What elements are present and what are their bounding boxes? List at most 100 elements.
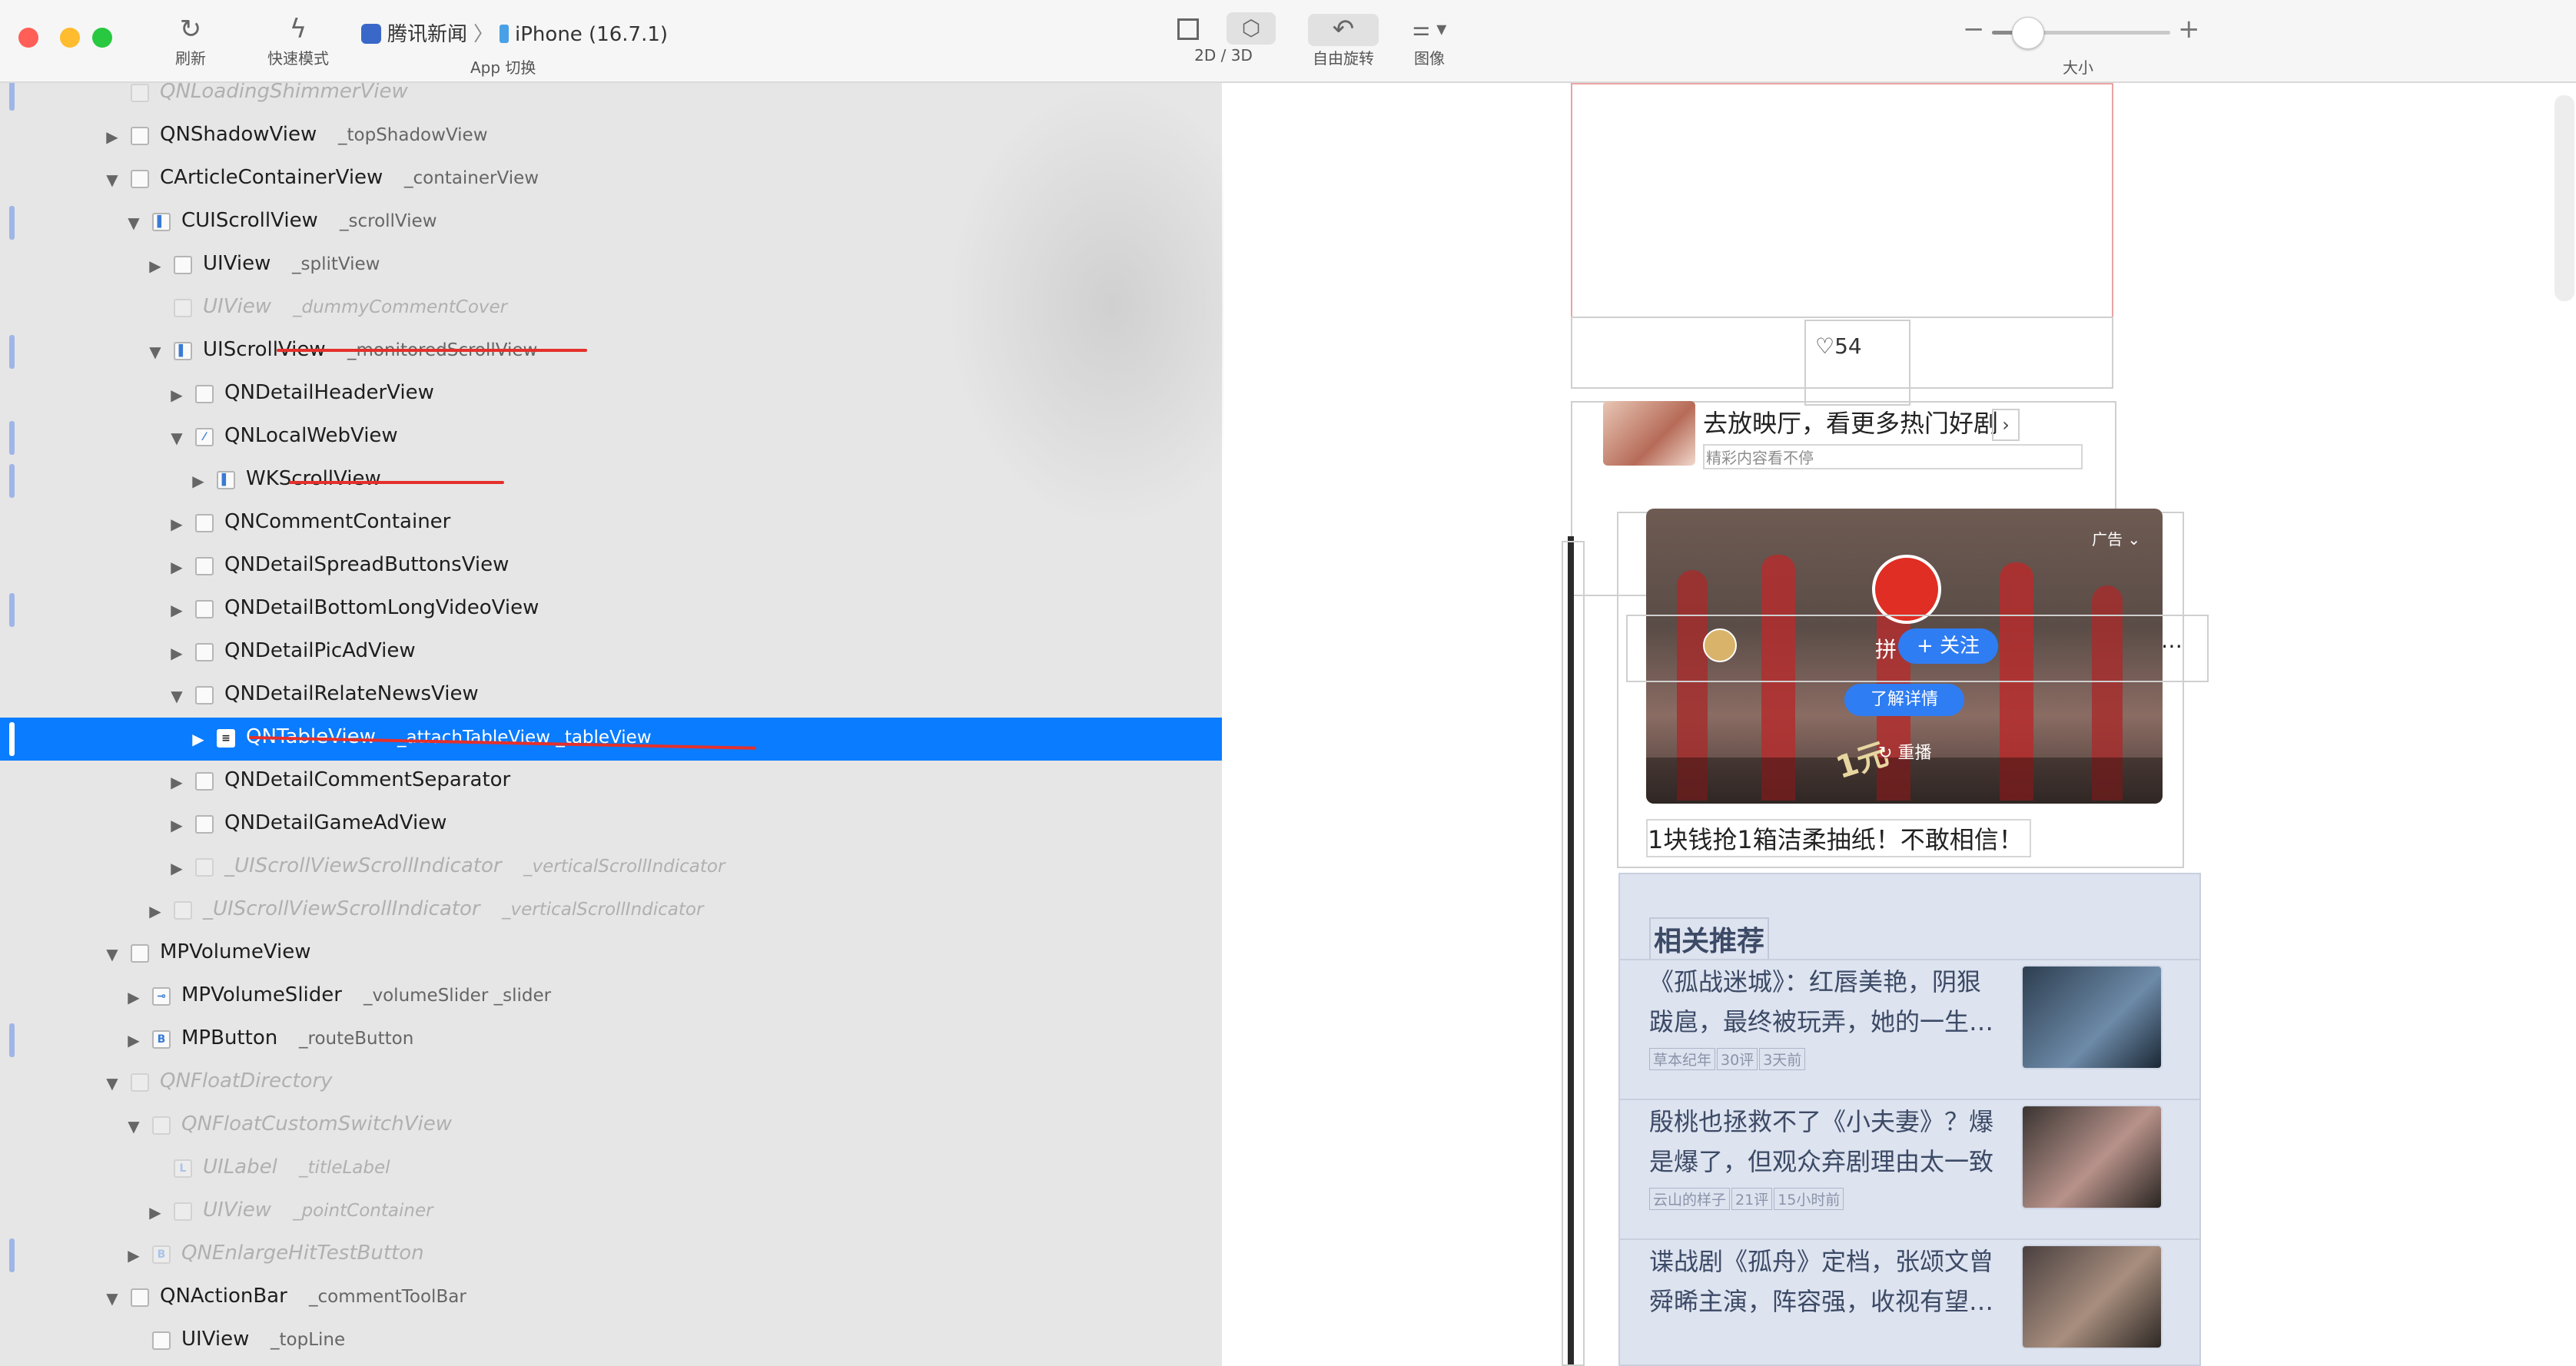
disclosure-expanded-icon[interactable]: ▼ (124, 211, 143, 234)
zoom-in-button[interactable]: + (2178, 14, 2200, 45)
view-2d-3d-control: ⬡ 2D / 3D (1170, 12, 1277, 65)
zoom-window-button[interactable] (92, 28, 112, 48)
view-2d-button[interactable] (1177, 18, 1199, 40)
news-thumbnail (2021, 1245, 2163, 1349)
canvas-scrollbar[interactable] (2554, 95, 2574, 301)
tree-row[interactable]: ▶QNActionBarInputBoxProvider (0, 1363, 1222, 1366)
view-property-name: _routeButton (299, 1029, 414, 1049)
refresh-icon: ↻ (179, 14, 202, 45)
zoom-out-button[interactable]: − (1963, 14, 1985, 45)
tree-row[interactable]: ▶ B QNEnlargeHitTestButton (0, 1234, 1222, 1277)
disclosure-expanded-icon[interactable]: ▼ (103, 168, 121, 191)
tree-row[interactable]: ▶ QNDetailPicAdView (0, 632, 1222, 675)
disclosure-collapsed-icon[interactable]: ▶ (189, 728, 207, 751)
disclosure-expanded-icon[interactable]: ▼ (124, 1115, 143, 1138)
tree-row[interactable]: ▶ QNDetailGameAdView (0, 804, 1222, 847)
tree-row[interactable]: ▶≡QNTableView_attachTableView _tableView (0, 718, 1222, 761)
tree-row[interactable]: L UILabel _titleLabel (0, 1148, 1222, 1191)
view-class-name: QNDetailCommentSeparator (224, 768, 511, 791)
disclosure-collapsed-icon[interactable]: ▶ (124, 986, 143, 1009)
lightning-icon: ϟ (289, 14, 307, 45)
disclosure-expanded-icon[interactable]: ▼ (168, 685, 186, 708)
view-class-name: QNFloatDirectory (160, 1069, 333, 1092)
chevron-right-icon[interactable]: › (1992, 409, 2020, 441)
refresh-button[interactable]: ↻ 刷新 (166, 14, 215, 68)
tree-row[interactable]: ▶ QNDetailCommentSeparator (0, 761, 1222, 804)
tree-row[interactable]: ▶ QNDetailSpreadButtonsView (0, 545, 1222, 589)
view-property-name: _containerView (404, 168, 539, 188)
tree-row[interactable]: ▶ _UIScrollViewScrollIndicator _verticalSc… (0, 847, 1222, 890)
tree-row[interactable]: UIView _topLine (0, 1320, 1222, 1363)
view-property-name: _commentToolBar (309, 1287, 466, 1307)
view-3d-button[interactable]: ⬡ (1227, 12, 1276, 45)
ad-title[interactable]: 1块钱抢1箱洁柔抽纸！不敢相信！ (1646, 819, 2031, 857)
disclosure-collapsed-icon[interactable]: ▶ (168, 598, 186, 622)
view-class-name: _UIScrollViewScrollIndicator (224, 854, 502, 877)
tree-row[interactable]: ▶ QNDetailBottomLongVideoView (0, 589, 1222, 632)
preview-canvas[interactable]: ♡54 去放映厅，看更多热门好剧 › 精彩内容看不停 广告 ⌄ 拼 + 关注 ⋯… (1223, 83, 2576, 1366)
disclosure-collapsed-icon[interactable]: ▶ (189, 469, 207, 492)
tree-row[interactable]: ▼ QNDetailRelateNewsView (0, 675, 1222, 718)
disclosure-collapsed-icon[interactable]: ▶ (168, 814, 186, 837)
button-view-icon: B (152, 1245, 171, 1264)
minimize-window-button[interactable] (60, 28, 80, 48)
free-rotate-label: 自由旋转 (1313, 49, 1374, 68)
image-label: 图像 (1414, 49, 1445, 68)
news-title-line: 《孤战迷城》：红唇美艳，阴狠 (1649, 967, 1982, 996)
news-title-line: 殷桃也拯救不了《小夫妻》？爆 (1649, 1107, 1994, 1136)
tree-row[interactable]: ▶ UIView _pointContainer (0, 1191, 1222, 1234)
tree-row[interactable]: ▼ QNActionBar _commentToolBar (0, 1277, 1222, 1320)
disclosure-collapsed-icon[interactable]: ▶ (124, 1244, 143, 1267)
disclosure-collapsed-icon[interactable]: ▶ (168, 555, 186, 579)
ad-badge[interactable]: 广告 ⌄ (2092, 527, 2140, 549)
disclosure-collapsed-icon[interactable]: ▶ (146, 1201, 164, 1224)
disclosure-collapsed-icon[interactable]: ▶ (168, 642, 186, 665)
banner-title[interactable]: 去放映厅，看更多热门好剧 (1703, 404, 1998, 439)
disclosure-collapsed-icon[interactable]: ▶ (146, 254, 164, 277)
follow-button[interactable]: + 关注 (1898, 628, 1998, 664)
disclosure-expanded-icon[interactable]: ▼ (103, 1072, 121, 1095)
tree-row[interactable]: ▼ MPVolumeView (0, 933, 1222, 976)
like-count: 54 (1834, 333, 1862, 359)
free-rotate-button[interactable]: ↶ 自由旋转 (1306, 14, 1380, 68)
view-property-name: _verticalScrollIndicator (502, 900, 704, 920)
fast-mode-button[interactable]: ϟ 快速模式 (258, 14, 338, 68)
like-wireframe (1804, 320, 1910, 406)
app-switch-selector[interactable]: 腾讯新闻〉 iPhone (16.7.1) (361, 18, 668, 47)
tree-row[interactable]: ▼ QNFloatDirectory (0, 1062, 1222, 1105)
box-view-icon (131, 1288, 149, 1307)
disclosure-collapsed-icon[interactable]: ▶ (103, 125, 121, 148)
box-view-icon (131, 944, 149, 963)
disclosure-expanded-icon[interactable]: ▼ (168, 426, 186, 449)
chevron-right-icon: 〉 (473, 23, 494, 46)
box-view-icon (195, 600, 214, 618)
image-options-button[interactable]: ⚌ ▾ 图像 (1399, 14, 1460, 68)
like-control[interactable]: ♡54 (1815, 333, 1862, 359)
brand-logo (1872, 555, 1941, 624)
tree-row[interactable]: ▶ B MPButton _routeButton (0, 1019, 1222, 1062)
view-2d-3d-label: 2D / 3D (1194, 46, 1253, 65)
disclosure-collapsed-icon[interactable]: ▶ (168, 857, 186, 880)
zoom-slider-knob[interactable] (2012, 17, 2045, 49)
disclosure-collapsed-icon[interactable]: ▶ (124, 1029, 143, 1052)
disclosure-expanded-icon[interactable]: ▼ (103, 1287, 121, 1310)
more-icon[interactable]: ⋯ (2161, 633, 2183, 658)
disclosure-expanded-icon[interactable]: ▼ (103, 943, 121, 966)
disclosure-expanded-icon[interactable]: ▼ (146, 340, 164, 363)
close-window-button[interactable] (18, 28, 38, 48)
box-view-icon (195, 643, 214, 661)
news-comments: 21评 (1731, 1188, 1773, 1210)
disclosure-collapsed-icon[interactable]: ▶ (168, 383, 186, 406)
tree-row[interactable]: ▶ ⊸ MPVolumeSlider _volumeSlider _slider (0, 976, 1222, 1019)
learn-more-button[interactable]: 了解详情 (1844, 684, 1964, 716)
replay-button[interactable]: ↻ 重播 (1878, 739, 1931, 764)
toolbar: ↻ 刷新 ϟ 快速模式 腾讯新闻〉 iPhone (16.7.1) App 切换 … (0, 0, 2576, 83)
ad-badge-label: 广告 (2092, 530, 2123, 549)
disclosure-collapsed-icon[interactable]: ▶ (168, 771, 186, 794)
disclosure-collapsed-icon[interactable]: ▶ (146, 900, 164, 923)
label-view-icon: L (174, 1159, 192, 1178)
tree-row[interactable]: ▶ _UIScrollViewScrollIndicator _verticalSc… (0, 890, 1222, 933)
box-view-icon (195, 858, 214, 877)
disclosure-collapsed-icon[interactable]: ▶ (168, 512, 186, 535)
tree-row[interactable]: ▼ QNFloatCustomSwitchView (0, 1105, 1222, 1148)
